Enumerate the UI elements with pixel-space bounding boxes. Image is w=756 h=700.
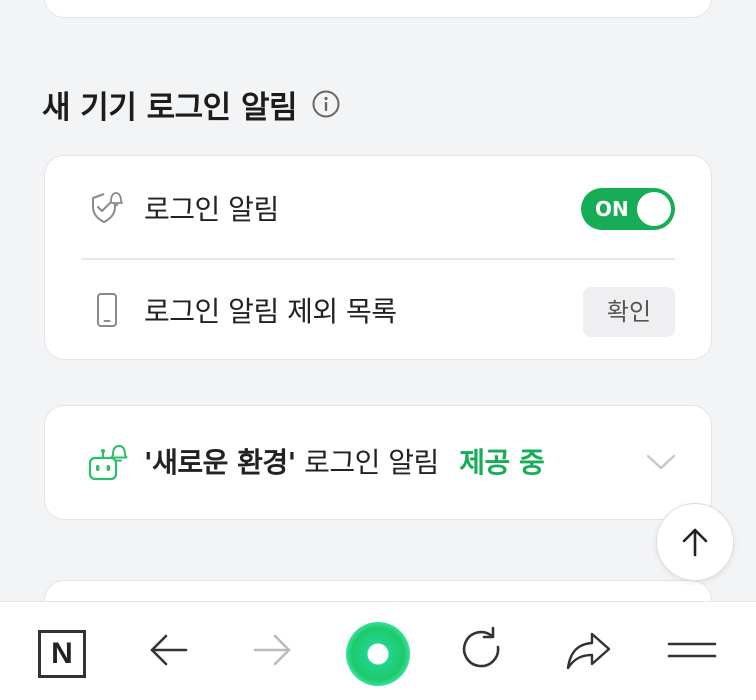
refresh-icon — [462, 626, 500, 668]
arrow-up-icon — [682, 528, 708, 557]
section-title: 새 기기 로그인 알림 — [42, 89, 298, 126]
hamburger-icon — [667, 642, 717, 658]
back-button[interactable] — [142, 624, 194, 676]
arrow-left-icon — [150, 634, 188, 666]
new-environment-quoted: '새로운 환경' — [144, 446, 296, 479]
exclusion-list-label: 로그인 알림 제외 목록 — [144, 295, 397, 328]
toggle-state-label: ON — [595, 197, 629, 221]
chevron-down-icon[interactable] — [645, 450, 677, 474]
reload-button[interactable] — [456, 624, 508, 676]
login-alert-toggle[interactable]: ON — [581, 188, 675, 230]
new-environment-alert-card[interactable]: '새로운 환경' 로그인 알림 제공 중 — [44, 405, 712, 520]
n-logo-glyph: N — [51, 637, 73, 670]
exclusion-list-confirm-button[interactable]: 확인 — [583, 287, 675, 337]
login-alert-label: 로그인 알림 — [144, 193, 279, 226]
arrow-right-icon — [253, 634, 291, 666]
forward-button[interactable] — [247, 624, 299, 676]
previous-settings-card — [44, 0, 712, 18]
login-alert-row: 로그인 알림 ON — [45, 158, 711, 258]
shield-bell-icon — [87, 188, 127, 228]
robot-bell-icon — [87, 443, 129, 485]
new-environment-rest: 로그인 알림 — [304, 446, 439, 479]
exclusion-list-row: 로그인 알림 제외 목록 확인 — [45, 260, 711, 360]
n-logo-icon[interactable]: N — [38, 630, 86, 678]
info-circle-icon[interactable] — [311, 89, 341, 119]
new-environment-label: '새로운 환경' 로그인 알림 제공 중 — [144, 406, 545, 519]
scroll-to-top-button[interactable] — [656, 503, 734, 581]
menu-button[interactable] — [666, 624, 718, 676]
login-alert-settings-card: 로그인 알림 ON 로그인 알림 제외 목록 확인 — [44, 155, 712, 360]
section-header: 새 기기 로그인 알림 — [42, 82, 341, 126]
smartphone-icon — [87, 290, 127, 330]
browser-bottom-bar: N — [0, 601, 756, 700]
green-dot-icon[interactable] — [346, 622, 410, 686]
share-icon — [566, 632, 611, 670]
toggle-knob — [637, 192, 671, 226]
share-button[interactable] — [562, 624, 614, 676]
new-environment-status: 제공 중 — [459, 446, 545, 479]
